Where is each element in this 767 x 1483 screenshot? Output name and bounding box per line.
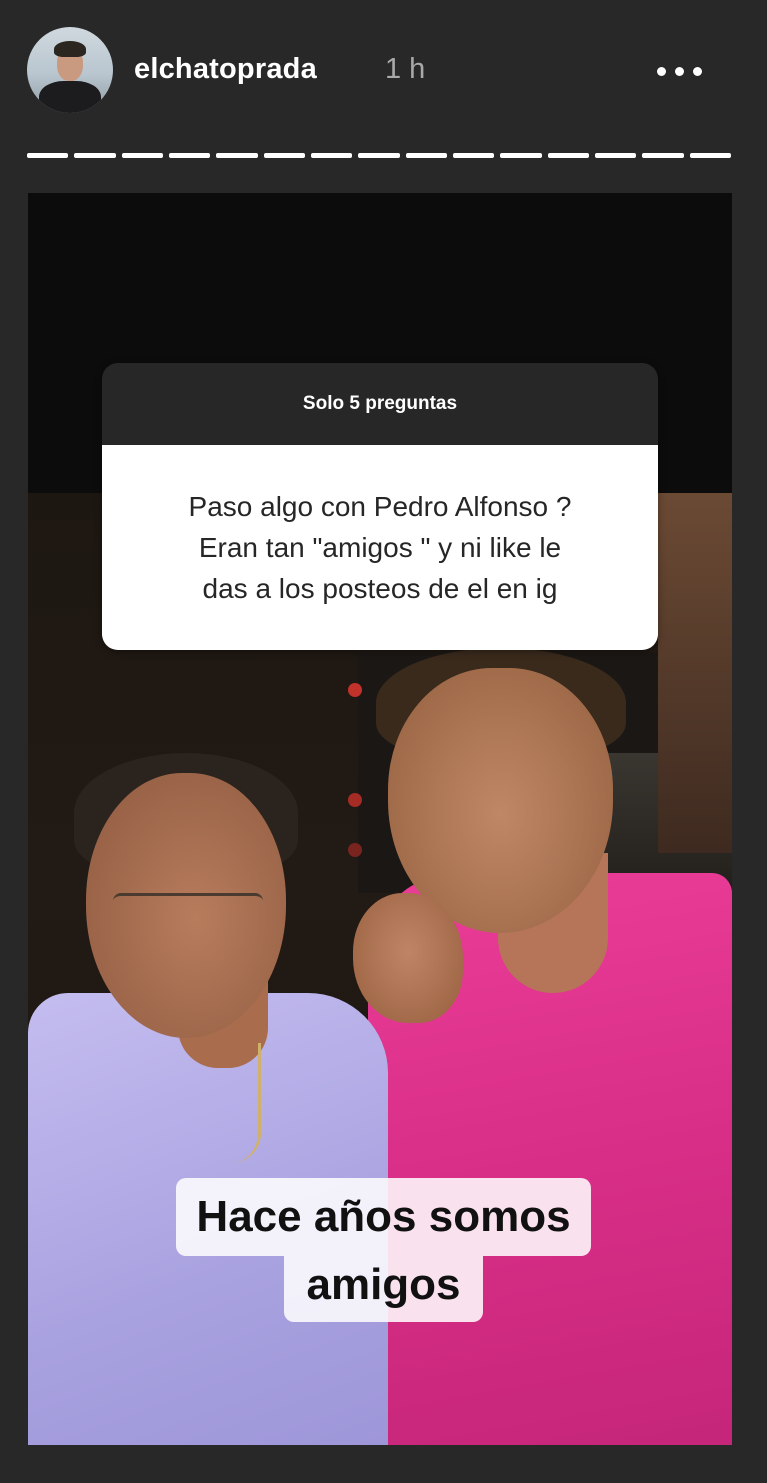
question-line: Eran tan "amigos " y ni like le	[198, 532, 562, 563]
progress-segment	[168, 153, 211, 158]
photo-background-lights	[348, 683, 362, 697]
person-right-head	[388, 668, 613, 933]
caption-line: amigos	[284, 1256, 483, 1322]
progress-segment	[594, 153, 637, 158]
progress-segment	[263, 153, 305, 158]
progress-segment	[121, 153, 163, 158]
timestamp: 1 h	[385, 53, 426, 85]
question-sticker-title: Solo 5 preguntas	[102, 363, 658, 445]
progress-segment	[689, 153, 731, 158]
caption-line: Hace años somos	[176, 1178, 591, 1256]
progress-segment	[27, 153, 69, 158]
progress-segment	[452, 153, 495, 158]
person-left-chain	[228, 1043, 261, 1163]
more-options-icon[interactable]	[644, 58, 714, 84]
question-line: Paso algo con Pedro Alfonso ?	[188, 491, 572, 522]
progress-segment	[310, 153, 353, 158]
progress-segment	[642, 153, 684, 158]
question-sticker-body: Paso algo con Pedro Alfonso ? Eran tan "…	[102, 445, 658, 650]
progress-segment	[216, 153, 258, 158]
progress-segment	[74, 153, 116, 158]
hand-on-shoulder	[353, 893, 463, 1023]
question-sticker[interactable]: Solo 5 preguntas Paso algo con Pedro Alf…	[102, 363, 658, 650]
avatar[interactable]	[27, 27, 113, 113]
person-left-glasses	[113, 893, 263, 918]
progress-segment	[500, 153, 542, 158]
story-header: elchatoprada 1 h	[0, 0, 767, 140]
progress-segment	[358, 153, 400, 158]
progress-segment	[405, 153, 447, 158]
answer-caption: Hace años somos amigos	[0, 1178, 767, 1322]
photo-background-panel	[658, 493, 732, 853]
story-progress-bar	[27, 153, 731, 158]
username[interactable]: elchatoprada	[134, 53, 317, 86]
question-line: das a los posteos de el en ig	[202, 573, 558, 604]
progress-segment	[547, 153, 589, 158]
